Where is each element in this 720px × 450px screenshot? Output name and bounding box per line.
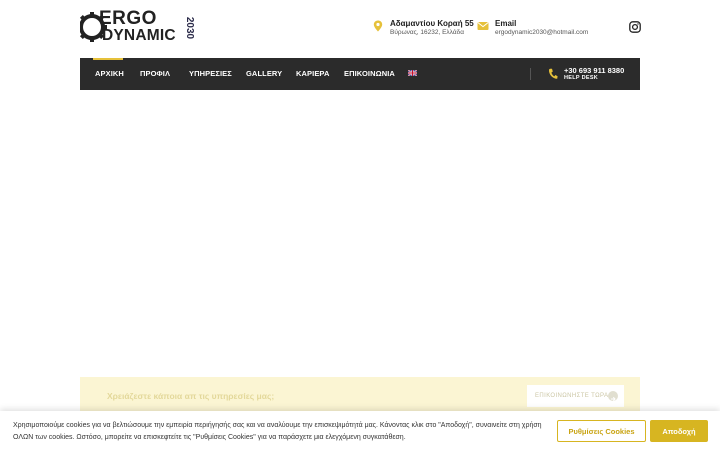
helpdesk-caption: HELP DESK	[564, 75, 599, 81]
cookie-consent-bar: Χρησιμοποιούμε cookies για να βελτιώσουμ…	[0, 411, 720, 450]
logo-year: 2030	[184, 16, 196, 40]
email-title: Email	[495, 19, 517, 28]
address-block: Αδαμαντίου Κοραή 55 Βύρωνας, 16232, Ελλά…	[372, 19, 474, 38]
helpdesk-phone[interactable]: +30 693 911 8380	[564, 67, 624, 75]
nav-item-home[interactable]: ΑΡΧΙΚΗ	[95, 69, 124, 78]
nav-item-profile[interactable]: ΠΡΟΦΙΛ	[140, 69, 170, 78]
cookie-message: Χρησιμοποιούμε cookies για να βελτιώσουμ…	[13, 422, 542, 441]
cookie-settings-button[interactable]: Ρυθμίσεις Cookies	[557, 420, 646, 442]
active-nav-indicator	[93, 58, 123, 60]
main-nav: ΑΡΧΙΚΗ ΠΡΟΦΙΛ ΥΠΗΡΕΣΙΕΣ GALLERY ΚΑΡΙΕΡΑ …	[80, 58, 640, 90]
uk-flag-icon[interactable]	[408, 70, 417, 76]
nav-item-gallery[interactable]: GALLERY	[246, 69, 282, 78]
address-subtitle: Βύρωνας, 16232, Ελλάδα	[390, 29, 464, 36]
nav-item-career[interactable]: ΚΑΡΙΕΡΑ	[296, 69, 329, 78]
address-title: Αδαμαντίου Κοραή 55	[390, 19, 474, 28]
contact-now-label: ΕΠΙΚΟΙΝΩΝΗΣΤΕ ΤΩΡΑ	[535, 393, 609, 399]
nav-item-services[interactable]: ΥΠΗΡΕΣΙΕΣ	[189, 69, 232, 78]
site-logo[interactable]: ERGO DYNAMIC 2030	[77, 8, 196, 48]
envelope-icon	[477, 22, 489, 30]
site-header: ERGO DYNAMIC 2030 Αδαμαντίου Κοραή 55 Βύ…	[77, 8, 641, 50]
arrow-right-icon	[608, 391, 618, 402]
page: ERGO DYNAMIC 2030 Αδαμαντίου Κοραή 55 Βύ…	[0, 0, 720, 450]
nav-item-contact[interactable]: ΕΠΙΚΟΙΝΩΝΙΑ	[344, 69, 395, 78]
phone-icon	[548, 68, 558, 79]
instagram-icon[interactable]	[629, 21, 641, 33]
cta-text: Χρειάζεστε κάποια απ τις υπηρεσίες μας;	[107, 391, 275, 401]
email-block: Email ergodynamic2030@hotmail.com	[477, 19, 588, 38]
contact-now-button[interactable]: ΕΠΙΚΟΙΝΩΝΗΣΤΕ ΤΩΡΑ	[527, 385, 624, 407]
logo-line1: ERGO	[99, 8, 157, 29]
logo-line2: DYNAMIC	[102, 27, 176, 44]
cookie-accept-button[interactable]: Αποδοχή	[650, 420, 708, 442]
map-pin-icon	[373, 20, 383, 32]
email-address[interactable]: ergodynamic2030@hotmail.com	[495, 28, 588, 38]
nav-divider	[530, 68, 531, 80]
